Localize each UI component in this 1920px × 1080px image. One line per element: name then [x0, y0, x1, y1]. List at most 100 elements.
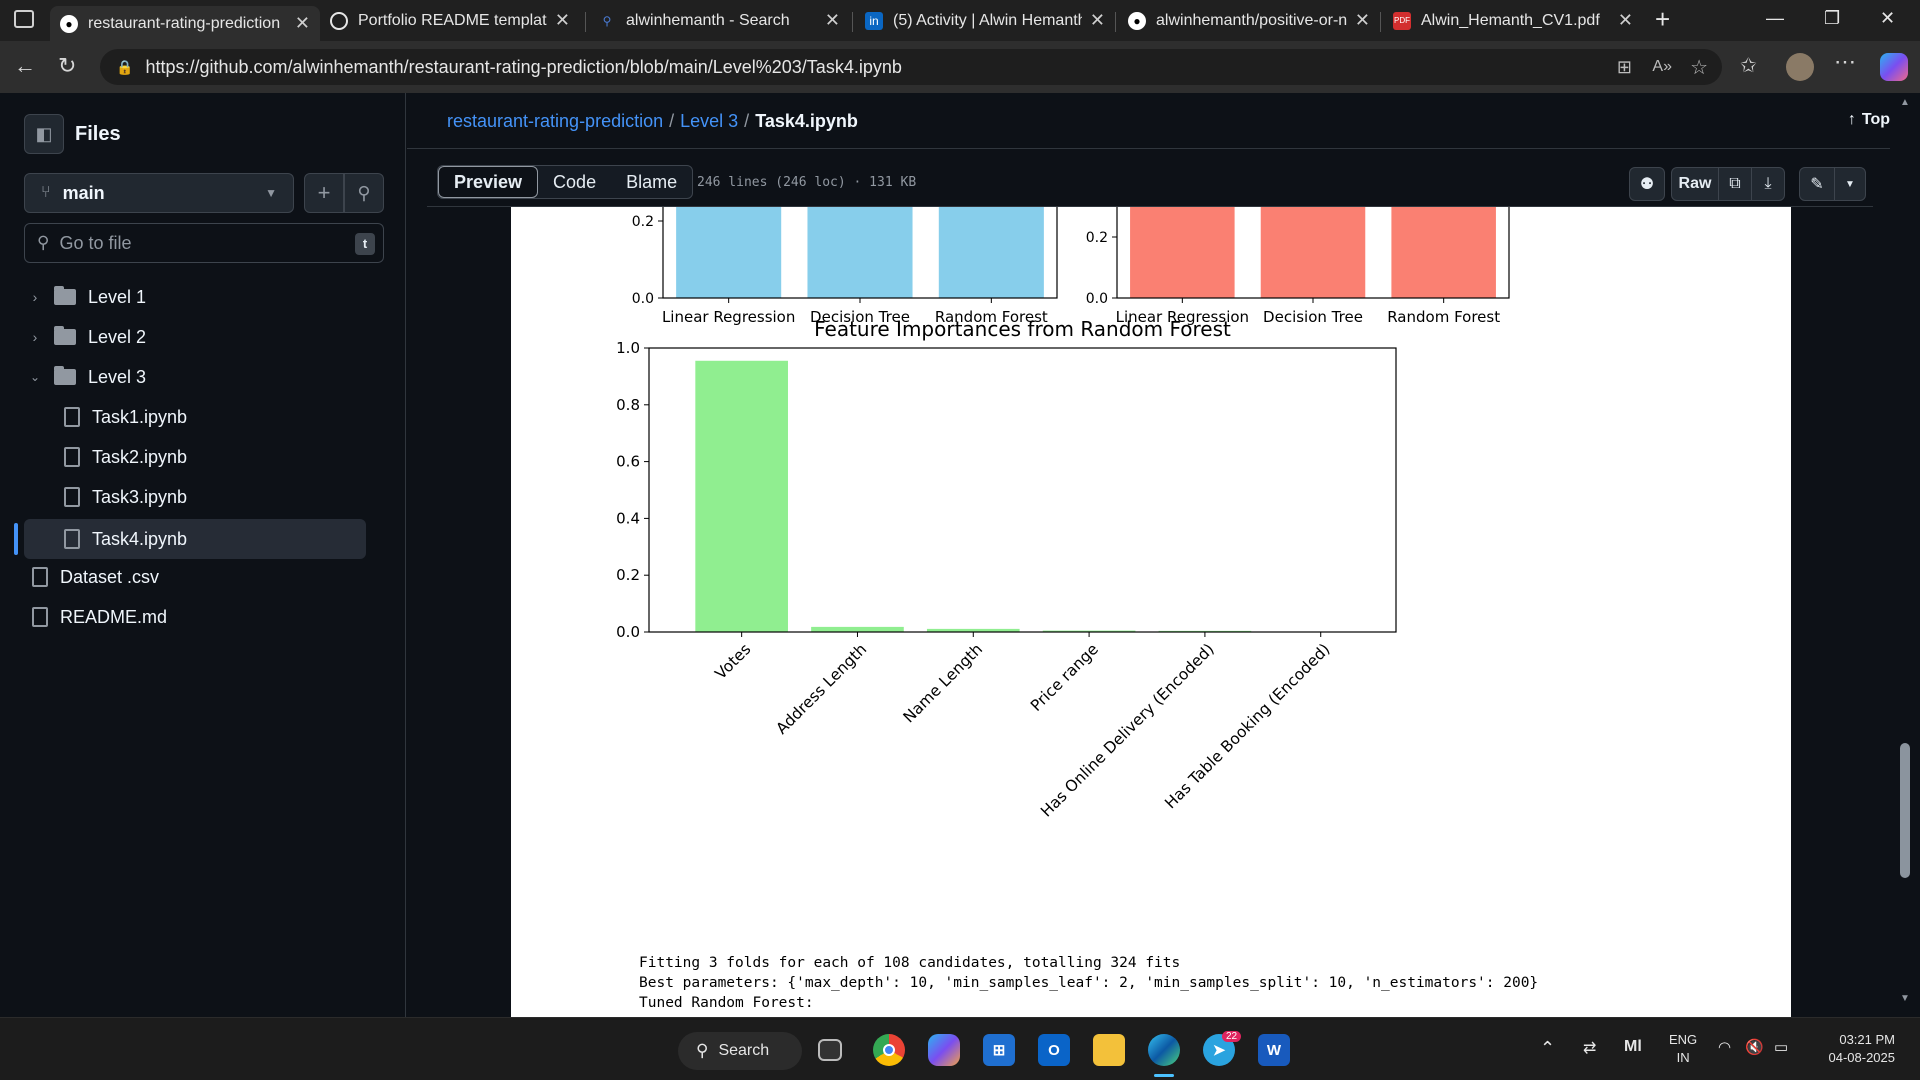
read-aloud-icon[interactable]: A» — [1652, 58, 1672, 76]
tree-folder-level-3[interactable]: ⌄ Level 3 — [24, 357, 366, 397]
volume-muted-icon[interactable]: 🔇 — [1745, 1038, 1764, 1056]
tree-item-label: Level 2 — [88, 326, 147, 347]
close-tab-icon[interactable]: ✕ — [1618, 10, 1633, 31]
restore-button[interactable]: ❐ — [1824, 8, 1840, 29]
microsoft-store-icon[interactable]: ⊞ — [983, 1034, 1015, 1066]
clock-time: 03:21 PM — [1839, 1032, 1895, 1047]
tree-folder-level-2[interactable]: › Level 2 — [24, 317, 366, 357]
outlook-icon[interactable]: O — [1038, 1034, 1070, 1066]
tab-blame[interactable]: Blame — [611, 166, 692, 198]
copilot-app-icon[interactable] — [928, 1034, 960, 1066]
selected-indicator — [14, 523, 18, 555]
copilot-button[interactable]: ⚉ — [1629, 167, 1665, 201]
notebook-output-area: Linear Regression Decision Tree Random For… — [511, 207, 1791, 1017]
more-menu-icon[interactable]: ⋯ — [1834, 49, 1856, 75]
chatgpt-icon — [330, 11, 348, 30]
favorites-icon[interactable]: ✩ — [1740, 53, 1757, 78]
favorite-star-icon[interactable]: ☆ — [1690, 55, 1708, 80]
language-indicator[interactable]: ENG IN — [1669, 1031, 1697, 1067]
taskbar-search[interactable]: ⚲ Search — [678, 1032, 802, 1070]
browser-tab[interactable]: ⚲ alwinhemanth - Search ✕ — [588, 4, 850, 37]
tab-preview[interactable]: Preview — [438, 166, 539, 198]
refresh-button[interactable]: ↻ — [58, 53, 76, 79]
tree-item-label: Task2.ipynb — [92, 446, 188, 467]
edit-dropdown-button[interactable]: ▼ — [1834, 167, 1866, 201]
tab-actions-icon[interactable] — [14, 10, 34, 28]
browser-tab[interactable]: in (5) Activity | Alwin Hemanth ✕ — [855, 4, 1115, 37]
back-to-top-button[interactable]: ↑ Top — [1848, 111, 1890, 129]
collapse-sidebar-button[interactable]: ◧ — [24, 114, 64, 154]
lock-icon[interactable]: 🔒 — [116, 59, 133, 76]
bar — [811, 626, 904, 632]
new-tab-button[interactable]: + — [1655, 4, 1670, 35]
tree-file-task2[interactable]: Task2.ipynb — [24, 437, 366, 477]
arrow-up-icon: ↑ — [1847, 111, 1856, 128]
wifi-icon[interactable]: ◠ — [1718, 1038, 1731, 1056]
pdf-icon: PDF — [1393, 11, 1411, 30]
browser-tab[interactable]: PDF Alwin_Hemanth_CV1.pdf ✕ — [1383, 4, 1643, 37]
breadcrumb-folder-link[interactable]: Level 3 — [680, 111, 738, 132]
address-bar-row: ← ↻ 🔒 https://github.com/alwinhemanth/re… — [0, 41, 1920, 93]
close-tab-icon[interactable]: ✕ — [1355, 10, 1370, 31]
scroll-up-arrow[interactable]: ▲ — [1900, 97, 1910, 108]
close-tab-icon[interactable]: ✕ — [825, 10, 840, 31]
folder-icon — [54, 286, 76, 305]
edge-icon[interactable] — [1148, 1034, 1180, 1066]
profile-avatar[interactable] — [1786, 53, 1814, 81]
raw-button[interactable]: Raw — [1671, 167, 1719, 201]
branch-selector[interactable]: ⑂ main ▼ — [24, 173, 294, 213]
address-bar[interactable]: 🔒 https://github.com/alwinhemanth/restau… — [100, 49, 1722, 85]
scroll-down-arrow[interactable]: ▼ — [1900, 993, 1910, 1004]
download-button[interactable]: ⤓ — [1751, 167, 1785, 201]
browser-tab[interactable]: Portfolio README template ✕ — [320, 4, 580, 37]
github-page: ◧ Files ⑂ main ▼ + ⚲ ⚲ Go to file t › Le… — [0, 93, 1920, 1017]
search-button[interactable]: ⚲ — [344, 173, 384, 213]
copilot-icon[interactable] — [1880, 53, 1908, 81]
word-icon[interactable]: W — [1258, 1034, 1290, 1066]
tree-file-task1[interactable]: Task1.ipynb — [24, 397, 366, 437]
go-to-file-input[interactable]: ⚲ Go to file t — [24, 223, 384, 263]
file-explorer-icon[interactable] — [1093, 1034, 1125, 1066]
tree-folder-level-1[interactable]: › Level 1 — [24, 277, 366, 317]
copy-raw-button[interactable]: ⧉ — [1718, 167, 1752, 201]
scrollbar-thumb[interactable] — [1900, 743, 1910, 878]
close-tab-icon[interactable]: ✕ — [555, 10, 570, 31]
tree-file-task4[interactable]: Task4.ipynb — [24, 519, 366, 559]
show-hidden-icons[interactable]: ⌃ — [1540, 1038, 1555, 1059]
close-tab-icon[interactable]: ✕ — [295, 13, 310, 34]
tree-file-task3[interactable]: Task3.ipynb — [24, 477, 366, 517]
y-tick-label: 0.0 — [1086, 291, 1108, 307]
tab-code[interactable]: Code — [538, 166, 611, 198]
back-button[interactable]: ← — [14, 53, 36, 79]
file-icon — [32, 607, 48, 627]
shortcut-key: t — [355, 233, 375, 255]
breadcrumb-repo-link[interactable]: restaurant-rating-prediction — [447, 111, 663, 132]
tree-file-readme[interactable]: README.md — [24, 597, 366, 637]
minimize-button[interactable]: — — [1766, 8, 1784, 29]
plots-svg: Linear Regression Decision Tree Random For… — [616, 207, 1510, 821]
tray-app-icon[interactable]: ⇄ — [1583, 1038, 1596, 1058]
page-scrollbar[interactable]: ▲ ▼ — [1890, 93, 1920, 1017]
close-window-button[interactable]: ✕ — [1880, 8, 1895, 29]
edit-button[interactable]: ✎ — [1799, 167, 1835, 201]
task-view-icon[interactable] — [818, 1039, 842, 1061]
close-tab-icon[interactable]: ✕ — [1090, 10, 1105, 31]
active-app-indicator — [1154, 1074, 1174, 1077]
windows-start-icon[interactable] — [628, 1034, 660, 1066]
file-header: restaurant-rating-prediction / Level 3 /… — [407, 93, 1920, 149]
file-icon — [64, 447, 80, 467]
add-file-button[interactable]: + — [304, 173, 344, 213]
battery-icon[interactable]: ▭ — [1774, 1038, 1788, 1056]
x-tick-label: Random Forest — [1387, 308, 1500, 326]
browser-tab[interactable]: ● alwinhemanth/positive-or-ne ✕ — [1118, 4, 1380, 37]
tray-app-icon[interactable]: Ml — [1624, 1038, 1642, 1056]
y-tick-label: 0.0 — [632, 291, 654, 307]
top-label: Top — [1861, 111, 1890, 128]
clock[interactable]: 03:21 PM 04-08-2025 — [1815, 1031, 1896, 1067]
app-available-icon[interactable]: ⊞ — [1617, 57, 1632, 78]
x-tick-label: Price range — [1027, 640, 1102, 715]
tree-file-dataset[interactable]: Dataset .csv — [24, 557, 366, 597]
browser-tab-active[interactable]: ● restaurant-rating-prediction ✕ — [50, 6, 320, 41]
chrome-icon[interactable] — [873, 1034, 905, 1066]
caret-down-icon: ▼ — [265, 186, 277, 200]
